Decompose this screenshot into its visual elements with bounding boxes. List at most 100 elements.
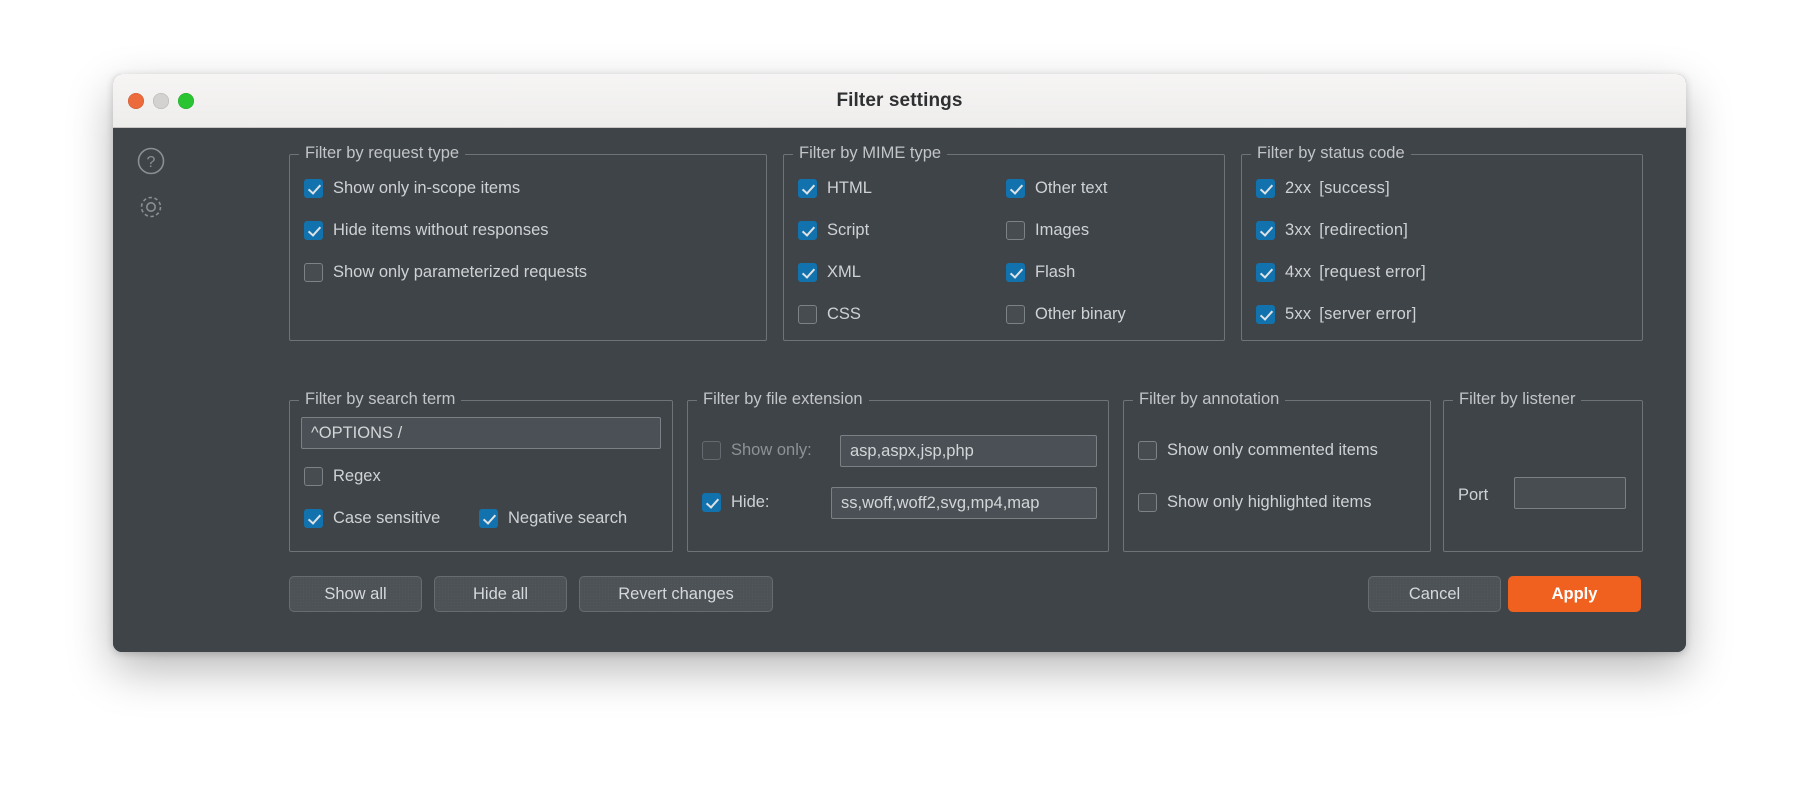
checkbox-show-only-in-scope-items[interactable] [304,179,323,198]
revert-changes-button[interactable]: Revert changes [579,576,773,612]
checkbox-row-flash[interactable]: Flash [1006,263,1075,282]
checkbox-row-hide-extensions[interactable]: Hide: [702,493,770,512]
checkbox-other-binary[interactable] [1006,305,1025,324]
window-titlebar: Filter settings [113,74,1686,128]
show-only-extensions-input[interactable]: asp,aspx,jsp,php [840,435,1097,467]
checkbox-status-4xx[interactable] [1256,263,1275,282]
label-xml: XML [827,264,861,281]
checkbox-hide-items-without-responses[interactable] [304,221,323,240]
label-css: CSS [827,306,861,323]
apply-button[interactable]: Apply [1508,576,1641,612]
checkbox-show-only-commented-items[interactable] [1138,441,1157,460]
checkbox-xml[interactable] [798,263,817,282]
checkbox-show-only-parameterized-requests[interactable] [304,263,323,282]
group-legend-file-extension: Filter by file extension [697,390,869,409]
checkbox-row-other-binary[interactable]: Other binary [1006,305,1126,324]
checkbox-row-other-text[interactable]: Other text [1006,179,1107,198]
checkbox-negative-search[interactable] [479,509,498,528]
window-title: Filter settings [113,90,1686,112]
checkbox-html[interactable] [798,179,817,198]
checkbox-row-show-only-highlighted-items[interactable]: Show only highlighted items [1138,493,1372,512]
filter-settings-window: Filter settings ? [113,74,1686,652]
port-input[interactable] [1514,477,1626,509]
group-filter-by-status-code: Filter by status code 2xx[success] 3xx[r… [1241,154,1643,341]
label-show-only-commented-items: Show only commented items [1167,442,1378,459]
group-legend-mime-type: Filter by MIME type [793,144,947,163]
group-legend-request-type: Filter by request type [299,144,465,163]
label-status-4xx: 4xx[request error] [1285,264,1426,281]
zoom-window-button[interactable] [178,93,194,109]
checkbox-other-text[interactable] [1006,179,1025,198]
group-filter-by-annotation: Filter by annotation Show only commented… [1123,400,1431,552]
checkbox-images[interactable] [1006,221,1025,240]
minimize-window-button[interactable] [153,93,169,109]
dialog-body: ? Filter by request type [113,128,1686,652]
svg-text:?: ? [147,154,156,171]
group-filter-by-listener: Filter by listener Port [1443,400,1643,552]
group-legend-status-code: Filter by status code [1251,144,1411,163]
checkbox-row-regex[interactable]: Regex [304,467,381,486]
checkbox-flash[interactable] [1006,263,1025,282]
hide-all-button[interactable]: Hide all [434,576,567,612]
checkbox-status-2xx[interactable] [1256,179,1275,198]
label-show-only-parameterized-requests: Show only parameterized requests [333,264,587,281]
label-script: Script [827,222,869,239]
group-filter-by-request-type: Filter by request type Show only in-scop… [289,154,767,341]
checkbox-row-css[interactable]: CSS [798,305,861,324]
checkbox-status-5xx[interactable] [1256,305,1275,324]
traffic-light-buttons [128,74,194,127]
label-other-text: Other text [1035,180,1107,197]
checkbox-row-show-only-extensions[interactable]: Show only: [702,441,812,460]
label-status-5xx: 5xx[server error] [1285,306,1417,323]
checkbox-case-sensitive[interactable] [304,509,323,528]
group-legend-search-term: Filter by search term [299,390,461,409]
checkbox-hide-extensions[interactable] [702,493,721,512]
group-legend-annotation: Filter by annotation [1133,390,1285,409]
label-negative-search: Negative search [508,510,627,527]
cancel-button[interactable]: Cancel [1368,576,1501,612]
label-other-binary: Other binary [1035,306,1126,323]
question-mark-circle-icon[interactable]: ? [136,146,166,176]
checkbox-row-status-2xx[interactable]: 2xx[success] [1256,179,1390,198]
label-regex: Regex [333,468,381,485]
label-status-3xx: 3xx[redirection] [1285,222,1408,239]
search-term-input[interactable]: ^OPTIONS / [301,417,661,449]
checkbox-row-show-only-commented-items[interactable]: Show only commented items [1138,441,1378,460]
label-hide-items-without-responses: Hide items without responses [333,222,549,239]
checkbox-row-status-5xx[interactable]: 5xx[server error] [1256,305,1417,324]
checkbox-row-xml[interactable]: XML [798,263,861,282]
checkbox-row-show-only-in-scope-items[interactable]: Show only in-scope items [304,179,520,198]
checkbox-regex[interactable] [304,467,323,486]
label-images: Images [1035,222,1089,239]
checkbox-row-case-sensitive[interactable]: Case sensitive [304,509,440,528]
label-html: HTML [827,180,872,197]
checkbox-row-show-only-parameterized-requests[interactable]: Show only parameterized requests [304,263,587,282]
icon-rail: ? [129,146,173,222]
checkbox-show-only-extensions[interactable] [702,441,721,460]
checkbox-row-status-3xx[interactable]: 3xx[redirection] [1256,221,1408,240]
label-port: Port [1458,486,1488,505]
checkbox-row-status-4xx[interactable]: 4xx[request error] [1256,263,1426,282]
show-all-button[interactable]: Show all [289,576,422,612]
group-filter-by-search-term: Filter by search term ^OPTIONS / Regex C… [289,400,673,552]
checkbox-row-html[interactable]: HTML [798,179,872,198]
screen: Filter settings ? [0,0,1800,802]
label-status-2xx: 2xx[success] [1285,180,1390,197]
checkbox-row-hide-items-without-responses[interactable]: Hide items without responses [304,221,549,240]
label-case-sensitive: Case sensitive [333,510,440,527]
group-legend-listener: Filter by listener [1453,390,1581,409]
group-filter-by-file-extension: Filter by file extension Show only: asp,… [687,400,1109,552]
hide-extensions-input[interactable]: ss,woff,woff2,svg,mp4,map [831,487,1097,519]
label-show-only-extensions: Show only: [731,442,812,459]
label-show-only-in-scope-items: Show only in-scope items [333,180,520,197]
checkbox-row-script[interactable]: Script [798,221,869,240]
checkbox-row-images[interactable]: Images [1006,221,1089,240]
checkbox-row-negative-search[interactable]: Negative search [479,509,627,528]
close-window-button[interactable] [128,93,144,109]
group-filter-by-mime-type: Filter by MIME type HTML Script XML CSS [783,154,1225,341]
checkbox-script[interactable] [798,221,817,240]
checkbox-show-only-highlighted-items[interactable] [1138,493,1157,512]
gear-icon[interactable] [136,192,166,222]
checkbox-status-3xx[interactable] [1256,221,1275,240]
checkbox-css[interactable] [798,305,817,324]
